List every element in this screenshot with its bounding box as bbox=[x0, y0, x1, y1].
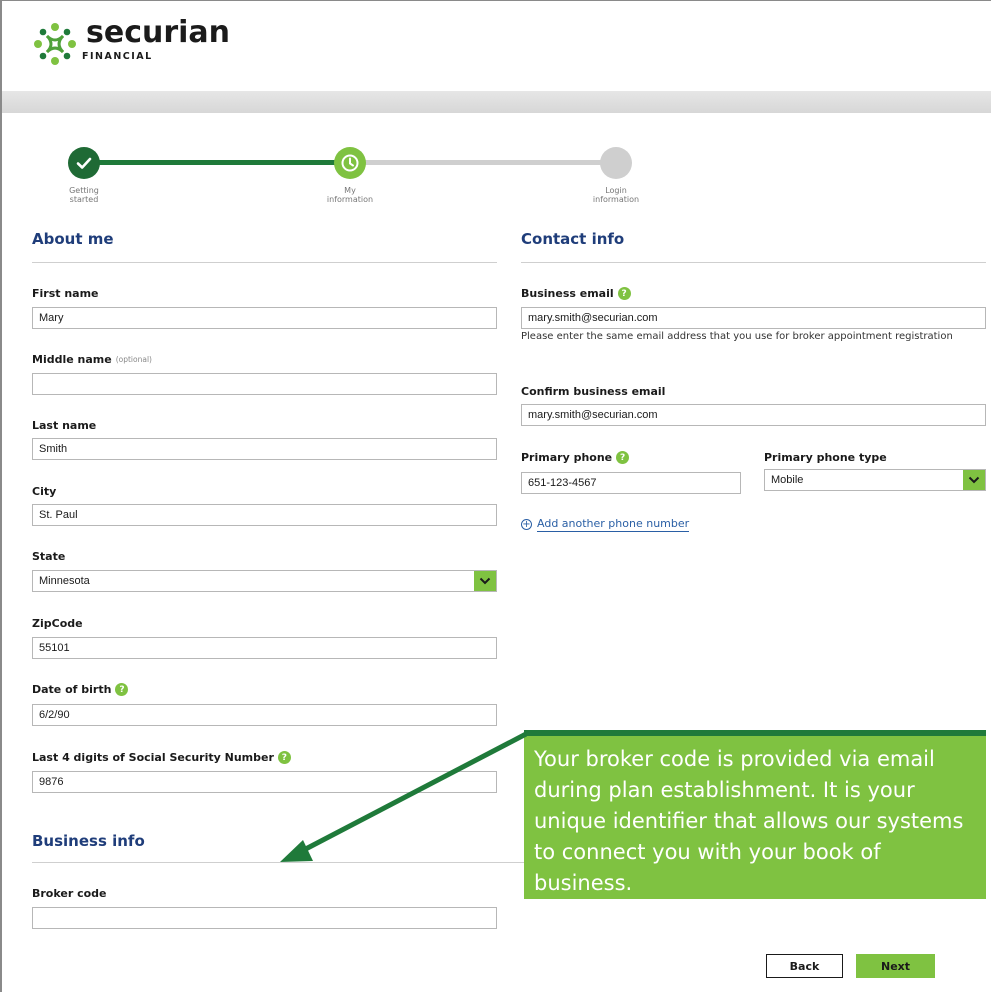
dob-input[interactable]: 6/2/90 bbox=[32, 704, 497, 726]
zipcode-input[interactable]: 55101 bbox=[32, 637, 497, 659]
logo-wordmark: securian bbox=[86, 15, 231, 50]
last-name-label: Last name bbox=[32, 419, 97, 432]
step-label-login-information: Login information bbox=[592, 186, 640, 204]
help-icon[interactable]: ? bbox=[115, 683, 129, 696]
phone-type-value: Mobile bbox=[771, 474, 804, 486]
primary-phone-input[interactable]: 651-123-4567 bbox=[521, 472, 741, 494]
progress-line-pending bbox=[350, 160, 618, 165]
first-name-label: First name bbox=[32, 287, 99, 300]
dob-label: Date of birth? bbox=[32, 683, 129, 696]
securian-logo-mark-icon bbox=[34, 23, 76, 65]
about-me-divider bbox=[32, 262, 497, 263]
about-me-heading: About me bbox=[32, 230, 114, 248]
chevron-down-icon[interactable] bbox=[963, 470, 985, 490]
first-name-input[interactable]: Mary bbox=[32, 307, 497, 329]
zipcode-label: ZipCode bbox=[32, 617, 83, 630]
add-phone-link[interactable]: + Add another phone number bbox=[521, 517, 690, 532]
next-button[interactable]: Next bbox=[856, 954, 935, 978]
state-select[interactable]: Minnesota bbox=[32, 570, 497, 592]
callout-text: Your broker code is provided via email d… bbox=[534, 747, 964, 895]
state-select-value: Minnesota bbox=[39, 575, 90, 587]
add-phone-text: Add another phone number bbox=[537, 517, 690, 532]
add-circle-icon: + bbox=[521, 518, 532, 530]
check-icon bbox=[76, 157, 92, 169]
confirm-email-input[interactable]: mary.smith@securian.com bbox=[521, 404, 986, 426]
back-button[interactable]: Back bbox=[766, 954, 843, 978]
step-label-my-information: My information bbox=[326, 186, 374, 204]
middle-name-input[interactable] bbox=[32, 373, 497, 395]
broker-code-callout: Your broker code is provided via email d… bbox=[524, 730, 986, 899]
contact-info-heading: Contact info bbox=[521, 230, 625, 248]
business-email-help: Please enter the same email address that… bbox=[521, 331, 953, 342]
business-email-input[interactable]: mary.smith@securian.com bbox=[521, 307, 986, 329]
step-getting-started[interactable] bbox=[68, 147, 100, 179]
contact-info-divider bbox=[521, 262, 986, 263]
step-login-information[interactable] bbox=[600, 147, 632, 179]
phone-type-select[interactable]: Mobile bbox=[764, 469, 986, 491]
broker-code-input[interactable] bbox=[32, 907, 497, 929]
progress-line-complete bbox=[85, 160, 350, 165]
phone-type-label: Primary phone type bbox=[764, 451, 887, 464]
confirm-email-label: Confirm business email bbox=[521, 385, 666, 398]
help-icon[interactable]: ? bbox=[616, 451, 630, 464]
chevron-down-icon[interactable] bbox=[474, 571, 496, 591]
site-header: securian FINANCIAL bbox=[2, 1, 991, 91]
header-subbar bbox=[2, 91, 991, 113]
help-icon[interactable]: ? bbox=[617, 287, 631, 300]
city-input[interactable]: St. Paul bbox=[32, 504, 497, 526]
city-label: City bbox=[32, 485, 57, 498]
step-label-getting-started: Getting started bbox=[69, 186, 99, 204]
business-info-heading: Business info bbox=[32, 832, 145, 850]
optional-hint: (optional) bbox=[115, 355, 152, 364]
business-email-label: Business email? bbox=[521, 287, 631, 300]
state-label: State bbox=[32, 550, 66, 563]
window-frame-left bbox=[0, 0, 2, 992]
broker-code-label: Broker code bbox=[32, 887, 107, 900]
primary-phone-label: Primary phone? bbox=[521, 451, 630, 464]
middle-name-label: Middle name (optional) bbox=[32, 353, 152, 366]
logo-subtitle: FINANCIAL bbox=[82, 51, 153, 62]
help-icon[interactable]: ? bbox=[277, 751, 291, 764]
step-my-information[interactable] bbox=[334, 147, 366, 179]
ssn-label: Last 4 digits of Social Security Number? bbox=[32, 751, 291, 764]
last-name-input[interactable]: Smith bbox=[32, 438, 497, 460]
ssn-input[interactable]: 9876 bbox=[32, 771, 497, 793]
clock-icon bbox=[341, 154, 359, 172]
